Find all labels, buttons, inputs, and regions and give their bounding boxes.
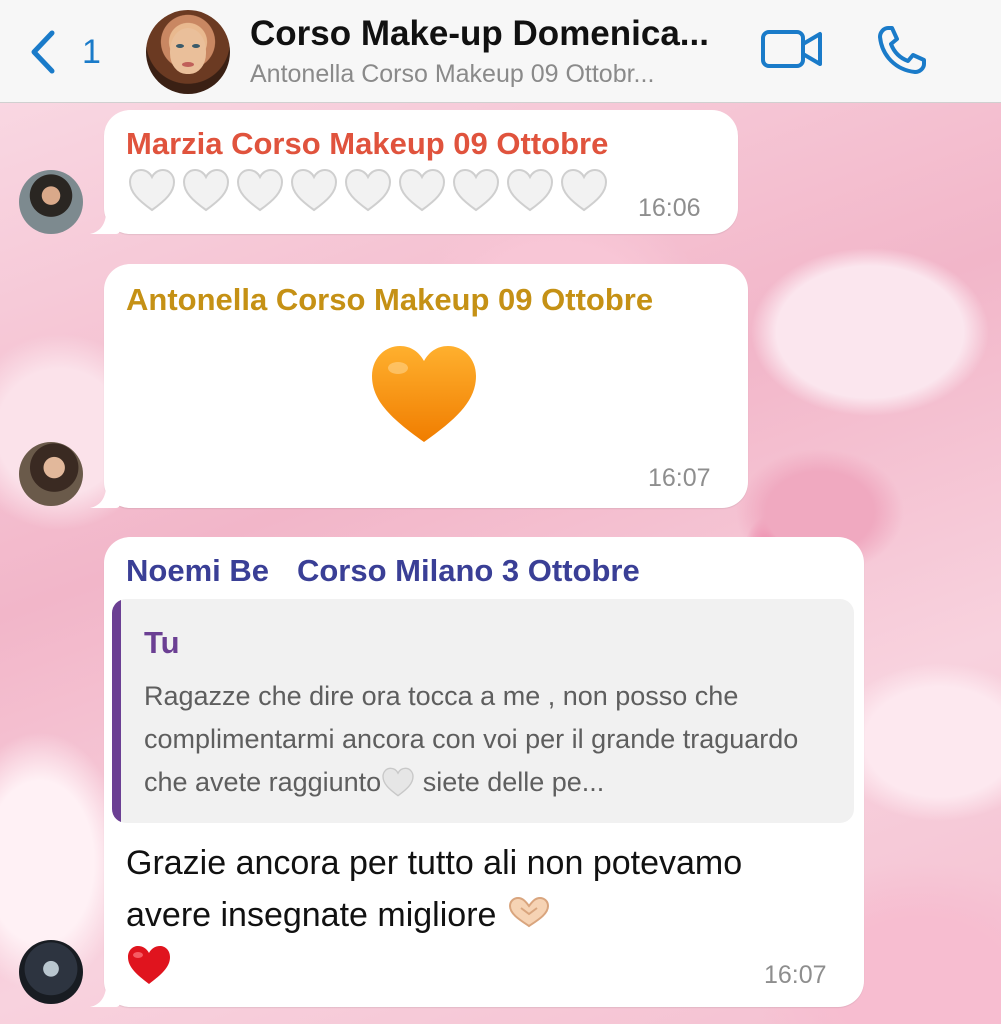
- message-bubble[interactable]: Antonella Corso Makeup 09 Ottobre 16:07: [104, 264, 748, 508]
- white-heart-icon: [236, 168, 284, 212]
- white-heart-icon: [398, 168, 446, 212]
- chevron-left-icon: [31, 30, 55, 74]
- sender-name[interactable]: Noemi Be Corso Milano 3 Ottobre: [126, 553, 640, 589]
- phone-icon[interactable]: [874, 22, 930, 78]
- message-time: 16:07: [648, 464, 711, 492]
- white-heart-icon: [182, 168, 230, 212]
- white-heart-icon: [506, 168, 554, 212]
- sender-avatar[interactable]: [19, 940, 83, 1004]
- quote-bar: [112, 599, 121, 823]
- emoji-row: [128, 168, 608, 212]
- red-heart-icon: [128, 946, 170, 984]
- heart-hands-icon: [508, 896, 549, 928]
- unread-count: 1: [82, 32, 101, 71]
- sender-avatar[interactable]: [19, 442, 83, 506]
- back-button[interactable]: 1: [28, 26, 108, 78]
- white-heart-icon: [344, 168, 392, 212]
- white-heart-icon: [290, 168, 338, 212]
- sender-name[interactable]: Antonella Corso Makeup 09 Ottobre: [126, 282, 653, 318]
- message-time: 16:07: [764, 961, 827, 989]
- quote-author: Tu: [144, 625, 180, 660]
- sender-avatar[interactable]: [19, 170, 83, 234]
- chat-title[interactable]: Corso Make-up Domenica...: [250, 14, 709, 54]
- chat-subtitle[interactable]: Antonella Corso Makeup 09 Ottobr...: [250, 60, 654, 89]
- white-heart-icon: [128, 168, 176, 212]
- sender-name[interactable]: Marzia Corso Makeup 09 Ottobre: [126, 126, 608, 162]
- white-heart-icon: [382, 767, 414, 797]
- quote-text: Ragazze che dire ora tocca a me , non po…: [144, 681, 799, 797]
- message-time: 16:06: [638, 194, 701, 222]
- chat-header: 1 Corso Make-up Domenica... Antonella Co…: [0, 0, 1001, 103]
- message-bubble[interactable]: Noemi Be Corso Milano 3 Ottobre Tu Ragazz…: [104, 537, 864, 1007]
- white-heart-icon: [560, 168, 608, 212]
- message-text: Grazie ancora per tutto ali non potevamo…: [126, 837, 826, 993]
- message-bubble[interactable]: Marzia Corso Makeup 09 Ottobre 16:06: [104, 110, 738, 234]
- video-camera-icon[interactable]: [760, 26, 824, 72]
- quoted-reply[interactable]: Tu Ragazze che dire ora tocca a me , non…: [112, 599, 854, 823]
- orange-heart-icon: [372, 346, 476, 442]
- group-avatar[interactable]: [146, 10, 230, 94]
- white-heart-icon: [452, 168, 500, 212]
